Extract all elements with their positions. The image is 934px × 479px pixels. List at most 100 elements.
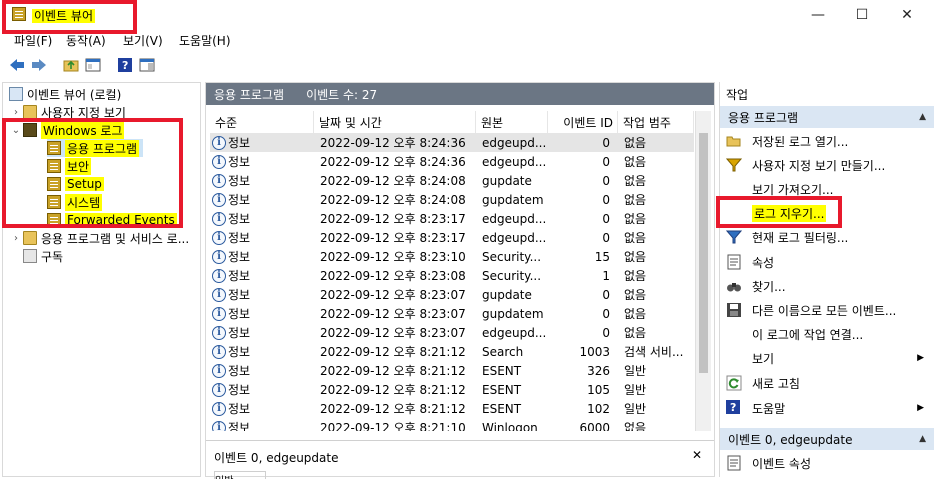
action-label: 도움말 bbox=[752, 401, 786, 416]
menu-action[interactable]: 동작(A) bbox=[66, 32, 106, 49]
cell-date: 2022-09-12 오후 8:24:08 bbox=[320, 174, 466, 188]
table-row[interactable]: i 정보 2022-09-12 오후 8:23:07 edgeupd... 0 없음 bbox=[210, 323, 694, 342]
level-text: 정보 bbox=[228, 326, 251, 340]
table-row[interactable]: i 정보 2022-09-12 오후 8:23:07 gupdate 0 없음 bbox=[210, 285, 694, 304]
cell-task-category: 검색 서비... bbox=[624, 345, 684, 359]
cell-source: ESENT bbox=[482, 382, 522, 397]
level-text: 정보 bbox=[228, 288, 251, 302]
table-row[interactable]: i 정보 2022-09-12 오후 8:21:12 ESENT 326 일반 bbox=[210, 361, 694, 380]
tree-app-services[interactable]: › 응용 프로그램 및 서비스 로... bbox=[11, 229, 189, 247]
column-header-date[interactable]: 날짜 및 시간 bbox=[314, 111, 476, 133]
forward-arrow-icon[interactable] bbox=[30, 56, 48, 74]
show-action-pane-icon[interactable] bbox=[138, 56, 156, 74]
help-icon[interactable]: ? bbox=[116, 56, 134, 74]
save-icon bbox=[726, 302, 742, 318]
up-folder-icon[interactable] bbox=[62, 56, 80, 74]
table-row[interactable]: i 정보 2022-09-12 오후 8:21:12 Search 1003 검색 서비.… bbox=[210, 342, 694, 361]
column-header-task-category[interactable]: 작업 범주 bbox=[618, 111, 694, 133]
menu-help[interactable]: 도움말(H) bbox=[179, 32, 231, 49]
menu-bar: 파일(F) 동작(A) 보기(V) 도움말(H) bbox=[0, 30, 934, 50]
column-header-event-id[interactable]: 이벤트 ID bbox=[548, 111, 618, 133]
chevron-right-icon[interactable]: › bbox=[11, 107, 21, 118]
cell-task-category: 없음 bbox=[624, 174, 647, 188]
tree-app-services-label: 응용 프로그램 및 서비스 로... bbox=[41, 231, 190, 246]
cell-event-id: 15 bbox=[594, 249, 610, 264]
action-attach-task[interactable]: 이 로그에 작업 연결... bbox=[720, 324, 934, 344]
cell-level: i 정보 bbox=[210, 361, 314, 380]
show-hide-tree-icon[interactable] bbox=[84, 56, 102, 74]
tree-root[interactable]: 이벤트 뷰어 (로컬) bbox=[9, 85, 121, 103]
info-icon: i bbox=[212, 230, 226, 245]
cell-event-id: 0 bbox=[602, 306, 610, 321]
minimize-button[interactable]: — bbox=[796, 0, 840, 30]
tree-root-label: 이벤트 뷰어 (로컬) bbox=[27, 87, 122, 102]
column-header-level[interactable]: 수준 bbox=[210, 111, 314, 133]
column-header-source[interactable]: 원본 bbox=[476, 111, 548, 133]
actions-section-application[interactable]: 응용 프로그램 ▲ bbox=[720, 106, 934, 128]
table-row[interactable]: i 정보 2022-09-12 오후 8:23:17 edgeupd... 0 없음 bbox=[210, 209, 694, 228]
tab-general[interactable]: 일반 bbox=[214, 471, 266, 479]
table-row[interactable]: i 정보 2022-09-12 오후 8:21:10 Winlogon 6000 없음 bbox=[210, 418, 694, 431]
properties-icon bbox=[726, 455, 742, 471]
table-row[interactable]: i 정보 2022-09-12 오후 8:23:10 Security... 15 없음 bbox=[210, 247, 694, 266]
table-row[interactable]: i 정보 2022-09-12 오후 8:21:12 ESENT 105 일반 bbox=[210, 380, 694, 399]
cell-task-category: 일반 bbox=[624, 364, 647, 378]
cell-source: edgeupd... bbox=[482, 230, 547, 245]
submenu-arrow-icon: ▶ bbox=[917, 353, 924, 363]
cell-event-id: 0 bbox=[602, 154, 610, 169]
info-icon: i bbox=[212, 268, 226, 283]
action-help[interactable]: ? 도움말 ▶ bbox=[720, 398, 934, 418]
menu-view[interactable]: 보기(V) bbox=[123, 32, 163, 49]
cell-event-id: 326 bbox=[587, 363, 610, 378]
actions-section-event[interactable]: 이벤트 0, edgeupdate ▲ bbox=[720, 428, 934, 450]
action-save-all-events[interactable]: 다른 이름으로 모든 이벤트... bbox=[720, 300, 934, 320]
table-row[interactable]: i 정보 2022-09-12 오후 8:23:08 Security... 1 없음 bbox=[210, 266, 694, 285]
action-refresh[interactable]: 새로 고침 bbox=[720, 373, 934, 393]
filter-icon bbox=[725, 157, 743, 173]
close-icon[interactable]: ✕ bbox=[692, 448, 702, 462]
tree-subscriptions[interactable]: 구독 bbox=[23, 247, 63, 265]
table-row[interactable]: i 정보 2022-09-12 오후 8:24:08 gupdate 0 없음 bbox=[210, 171, 694, 190]
cell-source: Security... bbox=[482, 268, 542, 283]
collapse-up-icon[interactable]: ▲ bbox=[919, 112, 926, 122]
cell-level: i 정보 bbox=[210, 418, 314, 431]
cell-date: 2022-09-12 오후 8:21:10 bbox=[320, 421, 466, 431]
close-button[interactable]: ✕ bbox=[885, 0, 929, 30]
action-find[interactable]: 찾기... bbox=[720, 276, 934, 296]
cell-date: 2022-09-12 오후 8:21:12 bbox=[320, 364, 466, 378]
cell-date: 2022-09-12 오후 8:24:08 bbox=[320, 193, 466, 207]
info-icon: i bbox=[212, 135, 226, 150]
action-event-properties[interactable]: 이벤트 속성 bbox=[720, 453, 934, 473]
info-icon: i bbox=[212, 363, 226, 378]
chevron-right-icon[interactable]: › bbox=[11, 233, 21, 244]
action-properties[interactable]: 속성 bbox=[720, 252, 934, 272]
cell-level: i 정보 bbox=[210, 304, 314, 323]
table-row[interactable]: i 정보 2022-09-12 오후 8:24:36 edgeupd... 0 없음 bbox=[210, 152, 694, 171]
action-open-saved-log[interactable]: 저장된 로그 열기... bbox=[720, 131, 934, 151]
collapse-up-icon[interactable]: ▲ bbox=[919, 434, 926, 444]
action-create-custom-view[interactable]: 사용자 지정 보기 만들기... bbox=[720, 155, 934, 175]
table-row[interactable]: i 정보 2022-09-12 오후 8:23:07 gupdatem 0 없음 bbox=[210, 304, 694, 323]
cell-date: 2022-09-12 오후 8:23:08 bbox=[320, 269, 466, 283]
annotation-box bbox=[2, 0, 137, 34]
action-filter-current-log[interactable]: 현재 로그 필터링... bbox=[720, 227, 934, 247]
table-row[interactable]: i 정보 2022-09-12 오후 8:21:12 ESENT 102 일반 bbox=[210, 399, 694, 418]
cell-task-category: 없음 bbox=[624, 307, 647, 321]
menu-file[interactable]: 파일(F) bbox=[14, 32, 52, 49]
table-row[interactable]: i 정보 2022-09-12 오후 8:23:17 edgeupd... 0 없음 bbox=[210, 228, 694, 247]
blank-icon bbox=[726, 350, 742, 366]
cell-date: 2022-09-12 오후 8:21:12 bbox=[320, 402, 466, 416]
table-row[interactable]: i 정보 2022-09-12 오후 8:24:08 gupdatem 0 없음 bbox=[210, 190, 694, 209]
scrollbar-thumb[interactable] bbox=[699, 133, 708, 373]
table-row[interactable]: i 정보 2022-09-12 오후 8:24:36 edgeupd... 0 없음 bbox=[210, 133, 694, 152]
maximize-button[interactable]: ☐ bbox=[840, 0, 884, 30]
action-view[interactable]: 보기 ▶ bbox=[720, 348, 934, 368]
vertical-scrollbar[interactable] bbox=[695, 111, 711, 431]
cell-source: edgeupd... bbox=[482, 211, 547, 226]
back-arrow-icon[interactable] bbox=[8, 56, 26, 74]
info-icon: i bbox=[212, 325, 226, 340]
info-icon: i bbox=[212, 306, 226, 321]
blank-icon bbox=[726, 181, 742, 197]
cell-source: Security... bbox=[482, 249, 542, 264]
cell-event-id: 1003 bbox=[579, 344, 610, 359]
